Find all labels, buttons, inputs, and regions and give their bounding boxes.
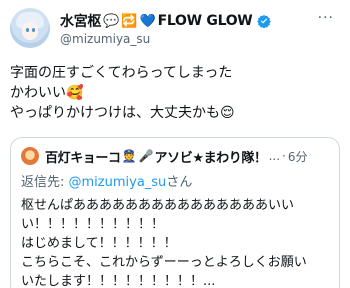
quoted-author-name-a[interactable]: 百灯キョーコ <box>45 147 121 166</box>
tweet-line: 字面の圧すごくてわらってしまった <box>10 65 233 81</box>
quoted-line: こちらこそ、これからずーーっとよろしくお願い <box>21 255 307 270</box>
reply-suffix: さん <box>166 175 193 190</box>
author-name-row[interactable]: 水宮枢 💬 🔁 💙 FLOW GLOW <box>60 11 272 31</box>
reply-to-line: 返信先: @mizumiya_suさん <box>21 171 192 190</box>
repeat-emoji: 🔁 <box>121 13 138 29</box>
quoted-line: い！！！！！！！！！！ <box>21 217 165 232</box>
quoted-tweet-card[interactable]: 百灯キョーコ 👮 🎤 アソビ★まわり隊！ ... · 6分 返信先: @mizu… <box>10 137 340 288</box>
author-handle[interactable]: @mizumiya_su <box>60 32 150 46</box>
quoted-author-avatar[interactable] <box>21 147 39 165</box>
police-emoji: 👮 <box>121 149 137 163</box>
blue-heart-emoji: 💙 <box>139 13 156 29</box>
quoted-timestamp[interactable]: 6分 <box>288 148 308 165</box>
avatar-eye-right <box>32 28 35 32</box>
microphone-emoji: 🎤 <box>138 149 154 163</box>
avatar-eye-left <box>26 28 29 32</box>
quoted-line: いたします！！！！！！！！！... <box>21 274 216 288</box>
avatar-face <box>22 22 38 40</box>
reply-mention-link[interactable]: @mizumiya_su <box>69 175 167 190</box>
dot-separator: · <box>282 149 286 163</box>
tweet-header: 水宮枢 💬 🔁 💙 FLOW GLOW @mizumiya_su ··· <box>10 8 340 58</box>
speech-bubble-emoji: 💬 <box>103 13 120 29</box>
author-avatar[interactable] <box>10 8 50 48</box>
quoted-tweet-text: 枢せんぱあああああああああああああああいい い！！！！！！！！！！ はじめまして… <box>21 196 333 288</box>
quoted-tweet-header: 百灯キョーコ 👮 🎤 アソビ★まわり隊！ ... · 6分 <box>21 146 331 166</box>
name-truncation: ... <box>268 149 281 163</box>
tweet-line: かわいい🥰 <box>10 85 84 101</box>
more-options-button[interactable]: ··· <box>318 10 334 26</box>
author-display-name[interactable]: 水宮枢 <box>60 11 101 31</box>
tweet-line: やっぱりかけつけは、大丈夫かも😌 <box>10 105 235 121</box>
reply-prefix: 返信先: <box>21 175 69 190</box>
tweet-text: 字面の圧すごくてわらってしまった かわいい🥰 やっぱりかけつけは、大丈夫かも😌 <box>10 63 340 123</box>
author-name-suffix[interactable]: FLOW GLOW <box>158 13 253 29</box>
quoted-line: はじめまして！！！！！！ <box>21 236 177 251</box>
verified-badge-icon <box>257 14 272 28</box>
quoted-author-name-b[interactable]: アソビ★まわり隊！ <box>155 147 267 166</box>
quoted-line: 枢せんぱあああああああああああああああいい <box>21 198 295 213</box>
